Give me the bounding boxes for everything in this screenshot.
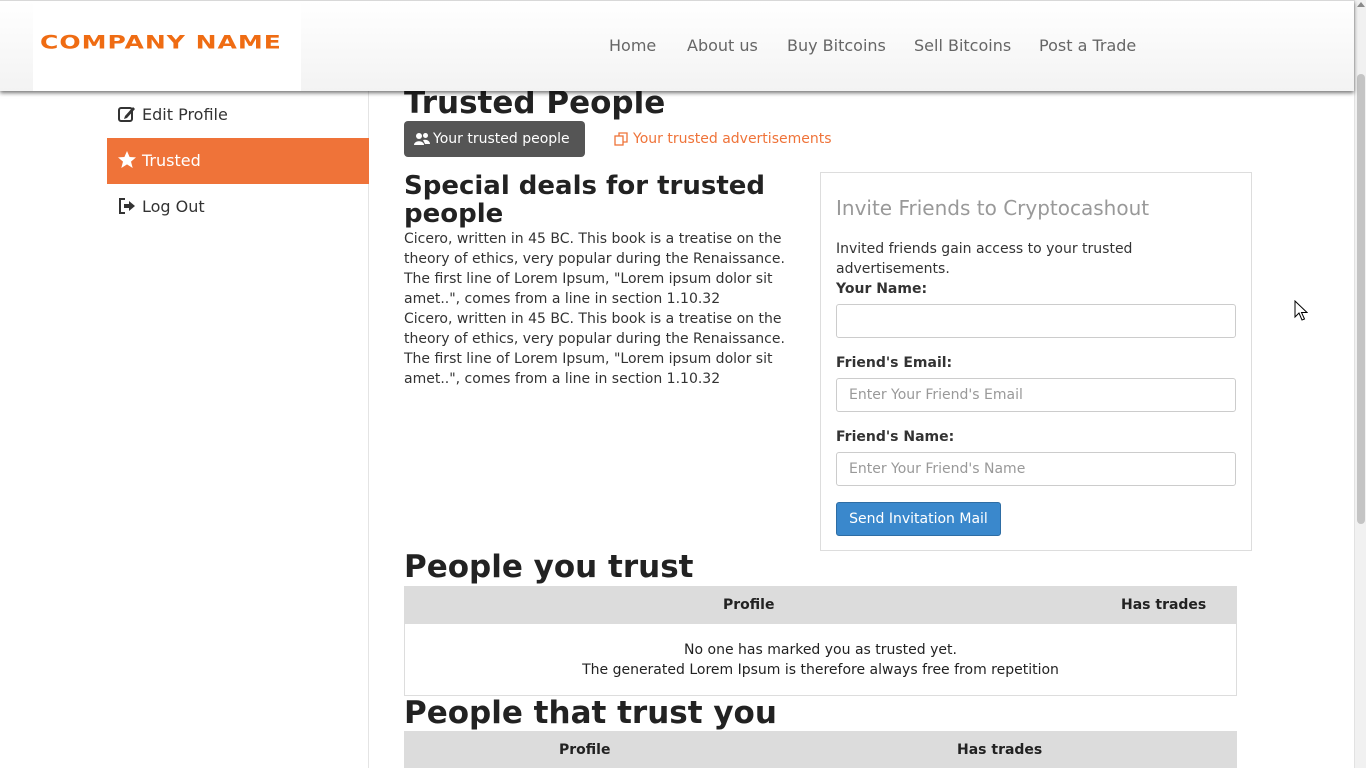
deals-paragraph: Cicero, written in 45 BC. This book is a…: [404, 311, 785, 387]
empty-state-message: No one has marked you as trusted yet.: [684, 642, 957, 658]
logout-icon: [119, 198, 135, 214]
sidebar-item-edit-profile[interactable]: Edit Profile: [107, 92, 369, 138]
logo[interactable]: COMPANY NAME: [33, 3, 301, 91]
sidebar-item-label: Trusted: [142, 151, 201, 170]
top-navbar: COMPANY NAME Home About us Buy Bitcoins …: [0, 0, 1354, 91]
friend-name-input[interactable]: [836, 452, 1236, 486]
people-that-trust-you-title: People that trust you: [404, 695, 777, 731]
your-name-input[interactable]: [836, 304, 1236, 338]
your-name-label: Your Name:: [836, 281, 928, 297]
friend-name-label: Friend's Name:: [836, 429, 955, 445]
people-you-trust-empty-state: No one has marked you as trusted yet. Th…: [404, 624, 1237, 696]
column-header-profile: Profile: [559, 742, 611, 758]
nav-home-link[interactable]: Home: [609, 36, 656, 55]
friend-email-label: Friend's Email:: [836, 355, 953, 371]
send-invitation-button[interactable]: Send Invitation Mail: [836, 502, 1001, 536]
scrollbar-thumb[interactable]: [1357, 74, 1365, 524]
deals-paragraph: Cicero, written in 45 BC. This book is a…: [404, 231, 785, 307]
invite-description: Invited friends gain access to your trus…: [836, 241, 1133, 277]
people-you-trust-title: People you trust: [404, 549, 694, 585]
sidebar-item-label: Log Out: [142, 197, 205, 216]
sidebar-item-trusted[interactable]: Trusted: [107, 138, 369, 184]
nav-post-trade-link[interactable]: Post a Trade: [1039, 36, 1136, 55]
tab-your-trusted-people[interactable]: Your trusted people: [404, 121, 585, 157]
column-header-profile: Profile: [723, 597, 775, 613]
scroll-up-arrow-icon[interactable]: [1357, 2, 1365, 7]
invite-friends-panel: Invite Friends to Cryptocashout Invited …: [820, 172, 1252, 551]
people-that-trust-you-table-header: Profile Has trades: [404, 731, 1237, 768]
logo-text: COMPANY NAME: [40, 31, 282, 53]
nav-buy-bitcoins-link[interactable]: Buy Bitcoins: [787, 36, 886, 55]
nav-about-link[interactable]: About us: [687, 36, 758, 55]
sidebar-item-label: Edit Profile: [142, 105, 228, 124]
tab-label: Your trusted advertisements: [633, 131, 832, 147]
sidebar-item-log-out[interactable]: Log Out: [107, 184, 369, 230]
page-scrollbar[interactable]: [1354, 0, 1366, 768]
people-you-trust-table-header: Profile Has trades: [404, 586, 1237, 624]
empty-state-subtext: The generated Lorem Ipsum is therefore a…: [582, 662, 1059, 678]
column-header-has-trades: Has trades: [957, 742, 1043, 758]
edit-icon: [118, 107, 135, 122]
column-header-has-trades: Has trades: [1121, 597, 1207, 613]
users-icon: [414, 133, 430, 145]
mouse-pointer-icon: [1294, 300, 1308, 321]
friend-email-input[interactable]: [836, 378, 1236, 412]
nav-sell-bitcoins-link[interactable]: Sell Bitcoins: [914, 36, 1011, 55]
tab-label: Your trusted people: [433, 131, 570, 147]
star-icon: [118, 151, 136, 168]
invite-panel-title: Invite Friends to Cryptocashout: [836, 196, 1150, 220]
copy-icon: [614, 132, 628, 146]
special-deals-title: Special deals for trusted people: [404, 171, 765, 229]
special-deals-text: Cicero, written in 45 BC. This book is a…: [404, 229, 804, 389]
